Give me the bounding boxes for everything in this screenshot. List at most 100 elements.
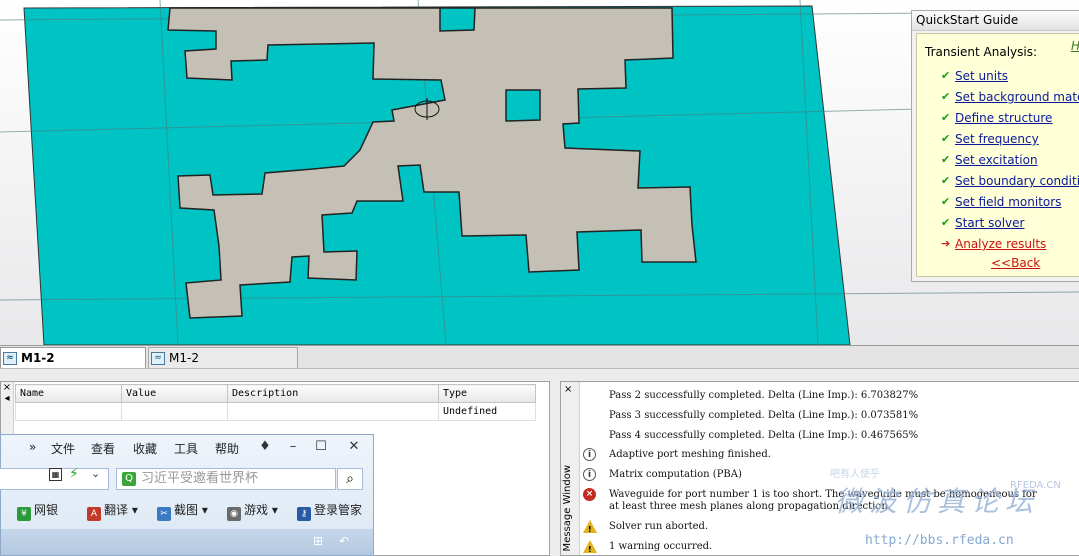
info-icon: i xyxy=(583,448,596,461)
info-icon: i xyxy=(583,468,596,481)
menu-favorites[interactable]: 收藏 xyxy=(133,440,157,456)
watermark-title: 微波仿真论坛 xyxy=(835,485,1040,518)
search-box[interactable]: Q 习近平受邀看世界杯 xyxy=(116,468,336,490)
minimize-button[interactable]: – xyxy=(282,438,304,456)
message-text: Pass 2 successfully completed. Delta (Li… xyxy=(609,390,919,401)
cell-description[interactable] xyxy=(227,402,439,421)
step-label[interactable]: Set excitation xyxy=(955,150,1038,170)
check-icon: ✔ xyxy=(941,216,951,229)
check-icon: ✔ xyxy=(941,69,951,82)
3d-viewport[interactable]: QuickStart Guide Transient Analysis: H ✔… xyxy=(0,0,1079,345)
close-icon[interactable]: × xyxy=(1,382,13,393)
chevron-down-icon[interactable]: ⌄ xyxy=(91,467,100,480)
column-header-value[interactable]: Value xyxy=(121,384,228,403)
toolbar-label: 网银 xyxy=(34,503,59,517)
menu-tools[interactable]: 工具 xyxy=(174,440,198,456)
tab-label: M1-2 xyxy=(169,351,199,365)
menu-file[interactable]: 文件 xyxy=(51,440,75,456)
message-text: Pass 4 successfully completed. Delta (Li… xyxy=(609,430,919,441)
netbank-icon: ¥ xyxy=(17,507,31,521)
table-row[interactable]: Undefined xyxy=(15,402,536,421)
gamepad-icon: ◉ xyxy=(227,507,241,521)
check-icon: ✔ xyxy=(941,195,951,208)
step-label[interactable]: Define structure xyxy=(955,108,1052,128)
step-label[interactable]: Analyze results xyxy=(955,234,1046,254)
toolbar-label: 翻译 xyxy=(104,503,129,517)
maximize-button[interactable]: ☐ xyxy=(310,438,332,456)
view-tab-bar: ≈ M1-2 ≈ M1-2 xyxy=(0,345,1079,369)
toolbar-label: 游戏 xyxy=(244,503,269,517)
arrow-left-icon[interactable]: ◂ xyxy=(1,393,13,404)
step-label[interactable]: Start solver xyxy=(955,213,1024,233)
browser-status-bar: ⊞ ↶ xyxy=(1,529,373,555)
message-window-title: Message Window xyxy=(562,464,573,551)
shirt-icon[interactable]: ♦ xyxy=(254,438,276,456)
menu-view[interactable]: 查看 xyxy=(91,440,115,456)
toolbar-netbank[interactable]: ¥ 网银 xyxy=(17,501,59,521)
screenshot-icon: ✂ xyxy=(157,507,171,521)
warning-icon: ! xyxy=(583,540,597,554)
browser-window: » 文件 查看 收藏 工具 帮助 ♦ – ☐ ✕ ▦ ⚡ ⌄ Q 习近平受邀看世… xyxy=(0,434,374,556)
cell-type[interactable]: Undefined xyxy=(438,402,536,421)
error-icon: × xyxy=(583,488,596,501)
check-icon: ✔ xyxy=(941,132,951,145)
wave-icon: ≈ xyxy=(3,352,17,365)
toolbar-login-manager[interactable]: ⚷ 登录管家 xyxy=(297,501,363,521)
check-icon: ✔ xyxy=(941,111,951,124)
tab-label: M1-2 xyxy=(21,351,55,365)
cell-value[interactable] xyxy=(121,402,228,421)
toolbar-games[interactable]: ◉ 游戏 ▾ xyxy=(227,501,278,521)
tab-m1-2[interactable]: ≈ M1-2 xyxy=(148,347,298,368)
watermark-url: http://bbs.rfeda.cn xyxy=(865,533,1014,548)
browser-address-row: ▦ ⚡ ⌄ Q 习近平受邀看世界杯 ⌕ xyxy=(0,465,375,493)
watermark-faint: 吧有人使乎 xyxy=(830,469,880,480)
message-window: × Message Window Pass 2 successfully com… xyxy=(560,381,1079,556)
new-tab-icon[interactable]: ⊞ xyxy=(309,534,327,550)
message-text: Matrix computation (PBA) xyxy=(609,469,742,480)
lightning-icon[interactable]: ⚡ xyxy=(69,466,79,482)
column-header-description[interactable]: Description xyxy=(227,384,439,403)
menu-overflow[interactable]: » xyxy=(29,440,36,456)
help-link[interactable]: H xyxy=(1071,39,1079,53)
search-button[interactable]: ⌕ xyxy=(337,468,363,490)
quickstart-heading: Transient Analysis: xyxy=(925,45,1038,59)
step-label[interactable]: Set boundary condition xyxy=(955,171,1079,191)
back-link[interactable]: <<Back xyxy=(991,256,1040,270)
step-label[interactable]: Set frequency xyxy=(955,129,1039,149)
message-text: 1 warning occurred. xyxy=(609,541,713,552)
menu-help[interactable]: 帮助 xyxy=(215,440,239,456)
quickstart-body: Transient Analysis: H ✔ Set units ✔ Set ba… xyxy=(916,33,1079,277)
parameter-table: Name Value Description Type Undefined xyxy=(15,384,536,421)
browser-toolbar: ¥ 网银 A 翻译 ▾ ✂ 截图 ▾ ◉ 游戏 ▾ ⚷ 登录管家 xyxy=(1,499,375,521)
column-header-name[interactable]: Name xyxy=(15,384,122,403)
message-text: Adaptive port meshing finished. xyxy=(609,449,771,460)
wave-icon: ≈ xyxy=(151,352,165,365)
quickstart-guide-panel: QuickStart Guide Transient Analysis: H ✔… xyxy=(911,10,1079,282)
toolbar-label: 截图 xyxy=(174,503,199,517)
quickstart-title: QuickStart Guide xyxy=(912,11,1079,31)
toolbar-translate[interactable]: A 翻译 ▾ xyxy=(87,501,138,521)
search-engine-icon[interactable]: Q xyxy=(122,472,136,486)
step-label[interactable]: Set field monitors xyxy=(955,192,1061,212)
undo-icon[interactable]: ↶ xyxy=(335,534,353,550)
message-text: Solver run aborted. xyxy=(609,521,709,532)
close-button[interactable]: ✕ xyxy=(343,438,365,456)
check-icon: ✔ xyxy=(941,174,951,187)
close-icon[interactable]: × xyxy=(564,384,572,395)
toolbar-label: 登录管家 xyxy=(314,503,363,517)
qr-code-icon[interactable]: ▦ xyxy=(49,468,62,481)
translate-icon: A xyxy=(87,507,101,521)
search-input[interactable]: 习近平受邀看世界杯 xyxy=(141,469,258,489)
message-text: Pass 3 successfully completed. Delta (Li… xyxy=(609,410,919,421)
toolbar-screenshot[interactable]: ✂ 截图 ▾ xyxy=(157,501,208,521)
column-header-type[interactable]: Type xyxy=(438,384,536,403)
step-label[interactable]: Set units xyxy=(955,66,1008,86)
arrow-right-icon: ➔ xyxy=(941,237,951,250)
key-icon: ⚷ xyxy=(297,507,311,521)
step-label[interactable]: Set background mater xyxy=(955,87,1079,107)
tab-m1-2-active[interactable]: ≈ M1-2 xyxy=(0,347,146,368)
cell-name[interactable] xyxy=(15,402,122,421)
message-window-side-bar: × Message Window xyxy=(561,382,580,555)
check-icon: ✔ xyxy=(941,153,951,166)
check-icon: ✔ xyxy=(941,90,951,103)
